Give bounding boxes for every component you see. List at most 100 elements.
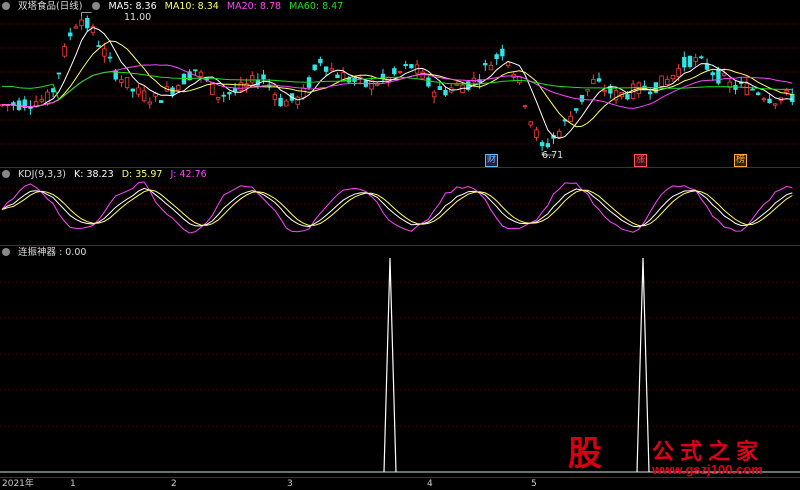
candle-body <box>710 72 715 76</box>
candle-body <box>670 75 676 80</box>
candle-body <box>659 75 664 87</box>
candle-body <box>579 94 585 102</box>
candle-body <box>130 88 135 92</box>
candle-body <box>141 90 147 102</box>
candle-body <box>716 68 721 84</box>
candle-body <box>329 68 334 71</box>
candle-body <box>682 56 687 68</box>
candle-body <box>483 63 488 66</box>
candle-body <box>687 55 693 67</box>
candle-body <box>500 48 505 57</box>
watermark-logo: 股 <box>568 434 602 474</box>
signal-header: 连振神器 : 0.00 <box>0 246 91 260</box>
marker-bang[interactable]: 榜 <box>734 154 748 167</box>
settings-gear-icon[interactable] <box>2 2 10 10</box>
candle-body <box>193 69 198 72</box>
candle-body <box>528 121 533 126</box>
watermark-url: www.gszj100.com <box>652 462 763 477</box>
x-tick-label: 2021年 <box>2 479 34 489</box>
settings-gear-icon[interactable] <box>92 2 101 10</box>
candle-body <box>557 130 562 138</box>
kdj-panel: KDJ(9,3,3) K: 38.23 D: 35.97 J: 42.76 <box>0 168 800 246</box>
candle-body <box>454 83 460 86</box>
candle-body <box>198 71 204 77</box>
candle-body <box>494 54 499 59</box>
candle-body <box>124 76 130 89</box>
candle-body <box>522 105 528 108</box>
candle-body <box>625 94 630 100</box>
kdj-j-label: J: 42.76 <box>170 169 207 180</box>
ma5-label: MA5: 8.36 <box>108 1 157 12</box>
candle-body <box>693 57 698 62</box>
candle-body <box>375 83 380 86</box>
candle-body <box>699 56 704 59</box>
x-tick-label: 2 <box>171 479 177 489</box>
candle-body <box>323 66 329 72</box>
high-price-label: 11.00 <box>124 12 152 23</box>
kdj-d-label: D: 35.97 <box>121 169 163 180</box>
candle-body <box>147 101 153 105</box>
candle-body <box>750 88 755 91</box>
candle-body <box>585 89 590 92</box>
panel-background <box>0 0 800 168</box>
candle-body <box>403 63 408 67</box>
candle-body <box>443 89 448 96</box>
candle-body <box>261 74 266 80</box>
candle-body <box>107 56 113 59</box>
candle-body <box>181 73 187 85</box>
candle-body <box>744 83 750 96</box>
price-chart <box>0 0 800 168</box>
candle-body <box>397 70 403 73</box>
candle-body <box>68 32 73 37</box>
candle-body <box>272 94 278 100</box>
candle-body <box>79 19 84 26</box>
x-tick-label: 3 <box>287 479 293 489</box>
candle-body <box>119 79 124 83</box>
settings-gear-icon[interactable] <box>2 248 10 256</box>
candle-body <box>574 108 579 111</box>
settings-gear-icon[interactable] <box>2 170 10 178</box>
candle-body <box>596 78 602 82</box>
ma10-label: MA10: 8.34 <box>164 1 219 12</box>
candle-body <box>232 88 238 92</box>
candle-body <box>392 68 397 75</box>
candle-body <box>721 72 727 76</box>
candle-body <box>62 46 67 57</box>
kdj-header: KDJ(9,3,3) K: 38.23 D: 35.97 J: 42.76 <box>0 168 212 182</box>
candle-body <box>534 129 539 138</box>
low-price-label: 6.71 <box>542 150 564 161</box>
price-header: 双塔食品(日线) MA5: 8.36 MA10: 8.34 MA20: 8.78… <box>0 0 348 14</box>
candle-body <box>676 68 681 77</box>
candle-body <box>227 91 232 95</box>
candle-body <box>301 87 306 98</box>
candle-body <box>39 98 44 102</box>
candle-body <box>591 79 596 84</box>
x-tick-label: 4 <box>427 479 433 489</box>
candle-body <box>784 90 789 93</box>
candle-body <box>50 88 56 93</box>
marker-zhang[interactable]: 涨 <box>634 154 648 167</box>
candle-body <box>335 74 340 79</box>
candle-body <box>96 45 101 47</box>
x-tick-label: 1 <box>70 479 76 489</box>
candle-body <box>471 77 477 83</box>
candle-body <box>790 94 795 103</box>
candle-body <box>278 97 283 107</box>
candle-body <box>568 115 573 122</box>
candle-body <box>16 100 22 110</box>
candle-body <box>426 77 431 87</box>
kdj-k-label: K: 38.23 <box>74 169 114 180</box>
marker-cai[interactable]: 财 <box>485 154 499 167</box>
ma60-label: MA60: 8.47 <box>289 1 344 12</box>
candle-body <box>238 82 243 91</box>
candle-body <box>102 48 107 57</box>
price-panel: 双塔食品(日线) MA5: 8.36 MA10: 8.34 MA20: 8.78… <box>0 0 800 168</box>
candle-body <box>773 103 778 106</box>
kdj-title: KDJ(9,3,3) <box>18 169 66 180</box>
candle-body <box>767 98 772 104</box>
candle-body <box>539 142 545 147</box>
candle-body <box>295 96 300 105</box>
candle-body <box>761 98 767 101</box>
candle-body <box>158 100 164 103</box>
candle-body <box>215 97 221 100</box>
